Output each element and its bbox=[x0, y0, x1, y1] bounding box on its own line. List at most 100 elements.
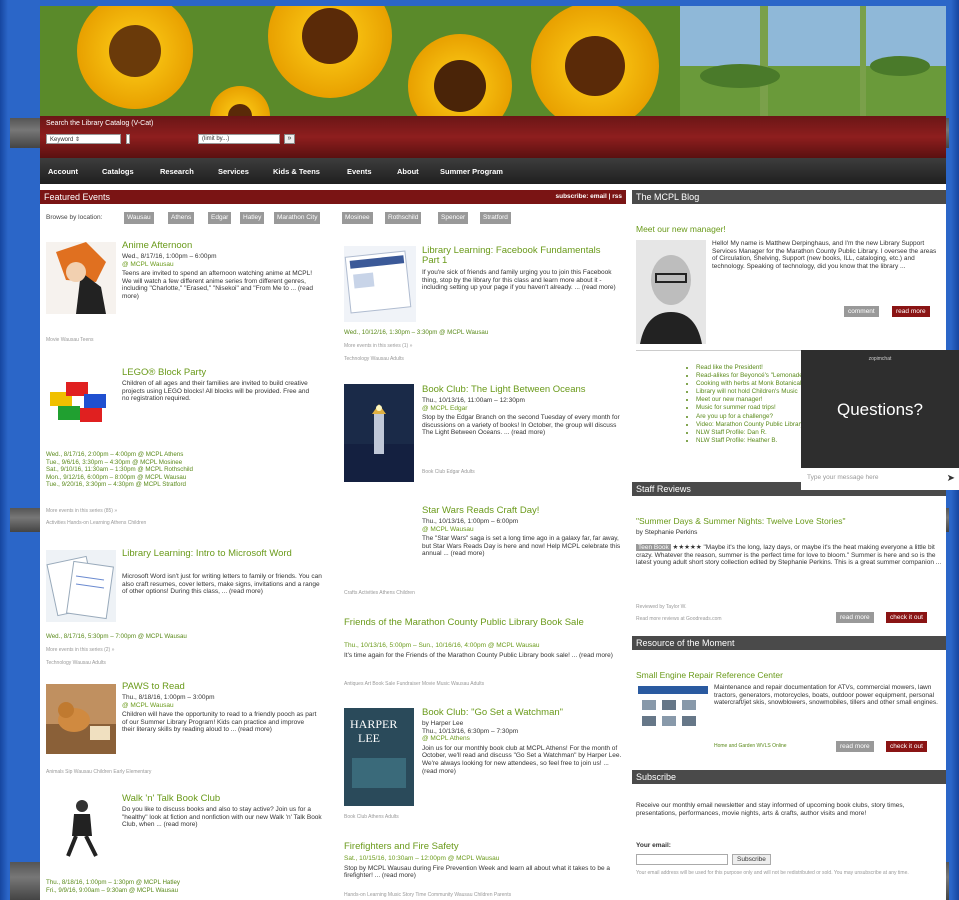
event-tags[interactable]: Activities Hands-on Learning Athens Chil… bbox=[46, 520, 146, 526]
event-title[interactable]: Book Club: "Go Set a Watchman" bbox=[422, 708, 563, 718]
event-description: Children will have the opportunity to re… bbox=[122, 711, 317, 734]
resource-read-more-button[interactable]: read more bbox=[836, 741, 874, 752]
event-date[interactable]: Wed., 10/12/16, 1:30pm – 3:30pm @ MCPL W… bbox=[344, 329, 488, 337]
facebook-thumbnail[interactable] bbox=[344, 246, 416, 322]
resource-description: Maintenance and repair documentation for… bbox=[714, 684, 938, 707]
send-icon[interactable]: ➤ bbox=[947, 473, 955, 484]
event-title[interactable]: Friends of the Marathon County Public Li… bbox=[344, 618, 614, 628]
event-title[interactable]: Star Wars Reads Craft Day! bbox=[422, 506, 539, 516]
event-date[interactable]: Tue., 9/6/16, 3:30pm – 4:30pm @ MCPL Mos… bbox=[46, 459, 193, 467]
paws-thumbnail[interactable] bbox=[46, 684, 116, 754]
nav-kids-teens[interactable]: Kids & Teens bbox=[273, 167, 320, 176]
chat-questions-label[interactable]: Questions? bbox=[801, 400, 959, 420]
location-wausau[interactable]: Wausau bbox=[124, 212, 154, 224]
nav-research[interactable]: Research bbox=[160, 167, 194, 176]
live-chat-widget[interactable]: zopimchat Questions? Type your message h… bbox=[801, 350, 959, 490]
event-when[interactable]: Thu., 10/13/16, 5:00pm – Sun., 10/16/16,… bbox=[344, 642, 624, 650]
blog-header: The MCPL Blog bbox=[632, 190, 946, 204]
event-tags[interactable]: Technology Wausau Adults bbox=[344, 356, 404, 362]
resource-name[interactable]: Small Engine Repair Reference Center bbox=[636, 670, 783, 680]
event-date[interactable]: Sat., 9/10/16, 11:30am – 1:30pm @ MCPL R… bbox=[46, 466, 193, 474]
event-title[interactable]: Firefighters and Fire Safety bbox=[344, 842, 459, 852]
subscribe-button[interactable]: Subscribe bbox=[732, 854, 771, 865]
location-marathon-city[interactable]: Marathon City bbox=[274, 212, 321, 224]
nav-events[interactable]: Events bbox=[347, 167, 372, 176]
event-date[interactable]: Fri., 9/9/16, 9:00am – 9:30am @ MCPL Wau… bbox=[46, 887, 180, 895]
event-when[interactable]: Sat., 10/15/16, 10:30am – 12:00pm @ MCPL… bbox=[344, 855, 624, 863]
location-mosinee[interactable]: Mosinee bbox=[342, 212, 373, 224]
event-description: Join us for our monthly book club at MCP… bbox=[422, 744, 622, 775]
subscribe-description: Receive our monthly email newsletter and… bbox=[636, 802, 905, 817]
event-description: Stop by the Edgar Branch on the second T… bbox=[422, 414, 620, 437]
review-read-more-button[interactable]: read more bbox=[836, 612, 874, 623]
event-where[interactable]: @ MCPL Wausau bbox=[122, 702, 318, 710]
event-title[interactable]: Library Learning: Intro to Microsoft Wor… bbox=[122, 549, 302, 559]
event-tags[interactable]: Hands-on Learning Music Story Time Commu… bbox=[344, 892, 511, 898]
event-tags[interactable]: Technology Wausau Adults bbox=[46, 660, 106, 666]
word-thumbnail[interactable] bbox=[46, 550, 116, 622]
more-events-link[interactable]: More events in this series (85) » bbox=[46, 508, 117, 514]
location-hatley[interactable]: Hatley bbox=[240, 212, 265, 224]
light-between-oceans-cover[interactable] bbox=[344, 384, 414, 482]
location-spencer[interactable]: Spencer bbox=[438, 212, 469, 224]
nav-catalogs[interactable]: Catalogs bbox=[102, 167, 134, 176]
blog-read-more-button[interactable]: read more bbox=[892, 306, 930, 317]
nav-summer-program[interactable]: Summer Program bbox=[440, 167, 503, 176]
nav-about[interactable]: About bbox=[397, 167, 419, 176]
event-date[interactable]: Tue., 9/20/16, 3:30pm – 4:30pm @ MCPL St… bbox=[46, 481, 193, 489]
location-rothschild[interactable]: Rothschild bbox=[385, 212, 422, 224]
go-set-a-watchman-cover[interactable]: HARPER LEE bbox=[344, 708, 414, 806]
review-text: Teen Book ★★★★★ "Maybe it's the long, la… bbox=[636, 544, 942, 590]
nav-services[interactable]: Services bbox=[218, 167, 249, 176]
event-tags[interactable]: Book Club Edgar Adults bbox=[422, 469, 475, 475]
goodreads-link[interactable]: Read more reviews at Goodreads.com bbox=[636, 616, 722, 622]
event-title[interactable]: Book Club: The Light Between Oceans bbox=[422, 385, 586, 395]
resource-check-it-out-button[interactable]: check it out bbox=[886, 741, 927, 752]
event-description: Stop by MCPL Wausau during Fire Preventi… bbox=[344, 864, 611, 880]
walk-talk-thumbnail[interactable] bbox=[46, 796, 116, 858]
blog-post-title[interactable]: Meet our new manager! bbox=[636, 224, 726, 234]
chat-message-input[interactable]: Type your message here ➤ bbox=[801, 468, 959, 490]
event-date[interactable]: Mon., 9/12/16, 6:00pm – 8:00pm @ MCPL Wa… bbox=[46, 474, 193, 482]
event-where[interactable]: @ MCPL Wausau bbox=[422, 526, 622, 534]
location-athens[interactable]: Athens bbox=[168, 212, 195, 224]
event-date[interactable]: Thu., 8/18/16, 1:00pm – 1:30pm @ MCPL Ha… bbox=[46, 879, 180, 887]
search-limit-select[interactable]: (limit by...) bbox=[198, 134, 280, 144]
location-stratford[interactable]: Stratford bbox=[480, 212, 511, 224]
event-title[interactable]: Library Learning: Facebook Fundamentals … bbox=[422, 246, 612, 266]
event-date[interactable]: Wed., 8/17/16, 2:00pm – 4:00pm @ MCPL At… bbox=[46, 451, 193, 459]
blog-post-excerpt: Hello! My name is Matthew Derpinghaus, a… bbox=[712, 240, 937, 270]
review-book-title[interactable]: "Summer Days & Summer Nights: Twelve Lov… bbox=[636, 516, 845, 526]
comment-button[interactable]: comment bbox=[844, 306, 879, 317]
event-title[interactable]: LEGO® Block Party bbox=[122, 368, 206, 378]
more-events-link[interactable]: More events in this series (2) » bbox=[46, 647, 114, 653]
subscribe-links[interactable]: subscribe: email | rss bbox=[556, 190, 623, 204]
event-title[interactable]: PAWS to Read bbox=[122, 682, 185, 692]
event-date[interactable]: Wed., 8/17/16, 5:30pm – 7:00pm @ MCPL Wa… bbox=[46, 633, 187, 641]
search-go-button[interactable]: » bbox=[284, 134, 295, 144]
email-input[interactable] bbox=[636, 854, 728, 865]
resource-thumbnail[interactable] bbox=[636, 684, 710, 740]
anime-thumbnail[interactable] bbox=[46, 242, 116, 314]
event-tags[interactable]: Animals Sip Wausau Children Early Elemen… bbox=[46, 769, 151, 775]
lego-thumbnail[interactable] bbox=[46, 370, 116, 432]
location-edgar[interactable]: Edgar bbox=[208, 212, 232, 224]
event-tags[interactable]: Movie Wausau Teens bbox=[46, 337, 94, 343]
event-when: Thu., 10/13/16, 6:30pm – 7:30pm bbox=[422, 727, 519, 735]
review-check-it-out-button[interactable]: check it out bbox=[886, 612, 927, 623]
event-where[interactable]: @ MCPL Edgar bbox=[422, 405, 622, 413]
subscribe-title: Subscribe bbox=[636, 772, 677, 782]
search-input[interactable] bbox=[126, 134, 130, 144]
resource-tags[interactable]: Home and Garden WVLS Online bbox=[714, 743, 787, 749]
nav-account[interactable]: Account bbox=[48, 167, 78, 176]
search-field-select[interactable]: Keyword ⇕ bbox=[46, 134, 121, 144]
event-tags[interactable]: Book Club Athens Adults bbox=[344, 814, 399, 820]
more-events-link[interactable]: More events in this series (1) » bbox=[344, 343, 412, 349]
event-where[interactable]: @ MCPL Wausau bbox=[122, 261, 318, 269]
event-where[interactable]: @ MCPL Athens bbox=[422, 735, 622, 743]
event-title[interactable]: Walk 'n' Talk Book Club bbox=[122, 794, 220, 804]
event-tags[interactable]: Antiques Art Book Sale Fundraiser Movie … bbox=[344, 681, 484, 687]
event-tags[interactable]: Crafts Activities Athens Children bbox=[344, 590, 415, 596]
event-when: Thu., 10/13/16, 1:00pm – 6:00pm bbox=[422, 518, 519, 525]
event-title[interactable]: Anime Afternoon bbox=[122, 241, 192, 251]
